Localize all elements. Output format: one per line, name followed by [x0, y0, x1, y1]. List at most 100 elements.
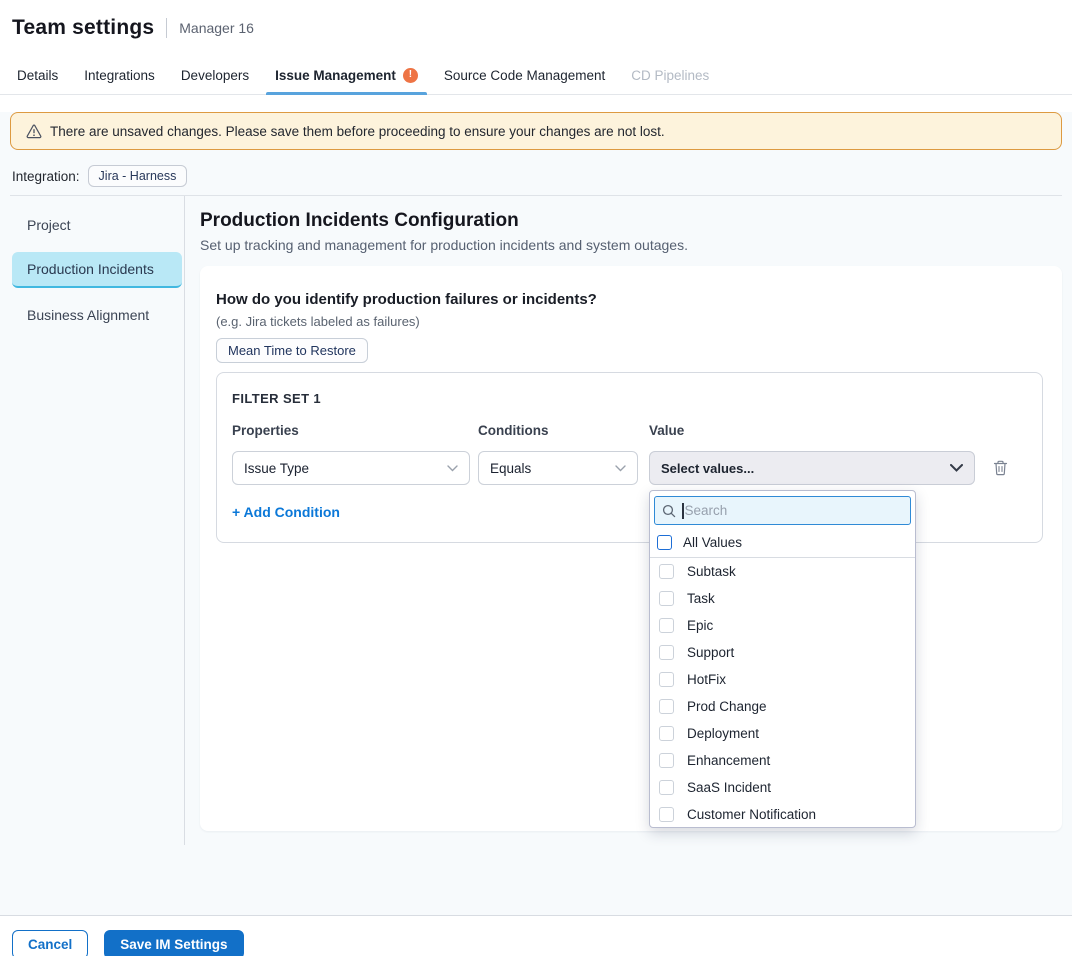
- filter-set-1: FILTER SET 1 Properties Conditions Value…: [216, 372, 1043, 543]
- tab-integrations[interactable]: Integrations: [71, 56, 168, 94]
- option-deployment[interactable]: Deployment: [650, 720, 915, 747]
- tab-label: Details: [17, 68, 58, 83]
- option-label: Prod Change: [687, 699, 767, 714]
- checkbox-icon[interactable]: [659, 726, 674, 741]
- settings-body: Project Production Incidents Business Al…: [0, 196, 1072, 845]
- checkbox-icon[interactable]: [659, 699, 674, 714]
- banner-text: There are unsaved changes. Please save t…: [50, 124, 665, 139]
- value-select-wrap: Select values...: [649, 451, 975, 485]
- add-condition-link[interactable]: + Add Condition: [232, 504, 340, 520]
- chevron-down-icon: [447, 465, 458, 472]
- filter-column-headers: Properties Conditions Value: [232, 423, 1026, 438]
- checkbox-icon[interactable]: [657, 535, 672, 550]
- settings-tabbar: Details Integrations Developers Issue Ma…: [0, 56, 1072, 95]
- sidebar-item-production-incidents[interactable]: Production Incidents: [12, 252, 182, 288]
- chevron-down-icon: [950, 464, 963, 472]
- unsaved-changes-badge-icon: !: [403, 68, 418, 83]
- tab-cd-pipelines: CD Pipelines: [618, 56, 722, 94]
- action-footer: Cancel Save IM Settings: [0, 915, 1072, 956]
- config-sidebar: Project Production Incidents Business Al…: [0, 196, 185, 845]
- sidebar-item-project[interactable]: Project: [12, 208, 182, 242]
- option-label: Enhancement: [687, 753, 770, 768]
- title-separator: [166, 18, 167, 38]
- option-support[interactable]: Support: [650, 639, 915, 666]
- text-cursor: [682, 503, 684, 519]
- checkbox-icon[interactable]: [659, 564, 674, 579]
- identify-failures-question: How do you identify production failures …: [216, 291, 1043, 308]
- checkbox-icon[interactable]: [659, 780, 674, 795]
- option-label: HotFix: [687, 672, 726, 687]
- option-label: Subtask: [687, 564, 736, 579]
- properties-column-header: Properties: [232, 423, 470, 438]
- tab-developers[interactable]: Developers: [168, 56, 262, 94]
- checkbox-icon[interactable]: [659, 591, 674, 606]
- option-label: SaaS Incident: [687, 780, 771, 795]
- option-label: Customer Notification: [687, 807, 816, 822]
- dropdown-search-box[interactable]: [654, 496, 911, 525]
- tab-label: Source Code Management: [444, 68, 605, 83]
- option-all-values[interactable]: All Values: [650, 528, 915, 558]
- delete-condition-button[interactable]: [992, 459, 1009, 477]
- dropdown-search-input[interactable]: [685, 503, 904, 518]
- incidents-config-card: How do you identify production failures …: [200, 266, 1062, 831]
- question-hint: (e.g. Jira tickets labeled as failures): [216, 314, 1043, 329]
- panel-subtitle: Set up tracking and management for produ…: [200, 237, 1062, 253]
- value-multiselect[interactable]: Select values...: [649, 451, 975, 485]
- main-panel: Production Incidents Configuration Set u…: [185, 196, 1072, 831]
- condition-select[interactable]: Equals: [478, 451, 638, 485]
- option-hotfix[interactable]: HotFix: [650, 666, 915, 693]
- chevron-down-icon: [615, 465, 626, 472]
- option-saas-incident[interactable]: SaaS Incident: [650, 774, 915, 801]
- tab-label: Integrations: [84, 68, 155, 83]
- sidebar-item-label: Project: [27, 217, 71, 233]
- tab-label: Issue Management: [275, 68, 396, 83]
- sidebar-item-business-alignment[interactable]: Business Alignment: [12, 298, 182, 332]
- option-label: Support: [687, 645, 734, 660]
- condition-select-value: Equals: [490, 461, 531, 476]
- checkbox-icon[interactable]: [659, 672, 674, 687]
- property-select[interactable]: Issue Type: [232, 451, 470, 485]
- sidebar-item-label: Production Incidents: [27, 261, 154, 277]
- value-dropdown-panel: All Values Subtask Task: [649, 490, 916, 828]
- page-title: Team settings: [12, 16, 154, 40]
- value-select-placeholder: Select values...: [661, 461, 754, 476]
- option-epic[interactable]: Epic: [650, 612, 915, 639]
- save-im-settings-button[interactable]: Save IM Settings: [104, 930, 243, 956]
- property-select-value: Issue Type: [244, 461, 309, 476]
- integration-label: Integration:: [12, 169, 80, 184]
- tab-issue-management[interactable]: Issue Management !: [262, 56, 431, 94]
- page-subtitle: Manager 16: [179, 20, 254, 36]
- checkbox-icon[interactable]: [659, 807, 674, 822]
- tab-source-code-management[interactable]: Source Code Management: [431, 56, 618, 94]
- filter-condition-row: Issue Type Equals: [232, 451, 1026, 485]
- option-label: Deployment: [687, 726, 759, 741]
- option-customer-notification[interactable]: Customer Notification: [650, 801, 915, 828]
- sidebar-item-label: Business Alignment: [27, 307, 149, 323]
- checkbox-icon[interactable]: [659, 753, 674, 768]
- option-label: All Values: [683, 535, 742, 550]
- filter-set-title: FILTER SET 1: [232, 391, 1026, 406]
- panel-title: Production Incidents Configuration: [200, 210, 1062, 232]
- option-subtask[interactable]: Subtask: [650, 558, 915, 585]
- warning-triangle-icon: [26, 124, 42, 139]
- option-enhancement[interactable]: Enhancement: [650, 747, 915, 774]
- page-header: Team settings Manager 16: [0, 0, 1072, 56]
- metric-tab-mean-time-to-restore[interactable]: Mean Time to Restore: [216, 338, 368, 363]
- integration-row: Integration: Jira - Harness: [12, 165, 1072, 187]
- option-label: Epic: [687, 618, 713, 633]
- tab-label: Developers: [181, 68, 249, 83]
- unsaved-changes-banner: There are unsaved changes. Please save t…: [10, 112, 1062, 150]
- option-prod-change[interactable]: Prod Change: [650, 693, 915, 720]
- tab-label: CD Pipelines: [631, 68, 709, 83]
- conditions-column-header: Conditions: [478, 423, 638, 438]
- checkbox-icon[interactable]: [659, 618, 674, 633]
- value-column-header: Value: [649, 423, 975, 438]
- search-icon: [662, 504, 676, 518]
- checkbox-icon[interactable]: [659, 645, 674, 660]
- tab-details[interactable]: Details: [4, 56, 71, 94]
- option-task[interactable]: Task: [650, 585, 915, 612]
- integration-chip[interactable]: Jira - Harness: [88, 165, 188, 187]
- content-area: There are unsaved changes. Please save t…: [0, 112, 1072, 915]
- option-label: Task: [687, 591, 715, 606]
- cancel-button[interactable]: Cancel: [12, 930, 88, 956]
